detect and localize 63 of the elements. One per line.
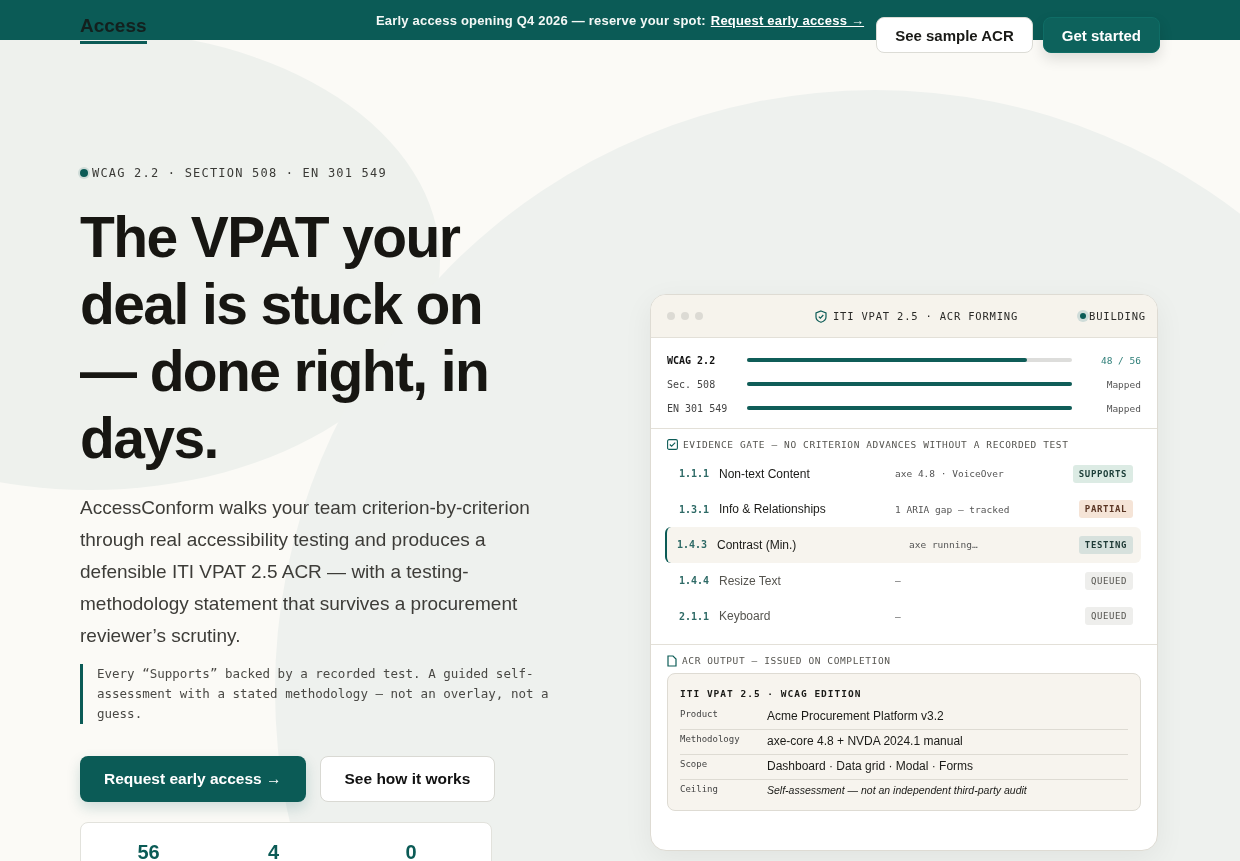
- progress-reading: 48 / 56: [1099, 354, 1141, 366]
- criterion-id: 1.4.3: [677, 539, 709, 551]
- status-dot-icon: [80, 169, 88, 177]
- hero-quote: Every “Supports” backed by a recorded test. A guided self-assessment with a stated methodology — not an overlay, not a guess.: [80, 664, 577, 724]
- status-label: BUILDING: [1089, 310, 1146, 322]
- section-title: ACR OUTPUT — ISSUED ON COMPLETION: [682, 655, 891, 667]
- status-badge: PARTIAL: [1078, 500, 1133, 519]
- header-button[interactable]: Get started: [1042, 17, 1160, 53]
- hero-title: The VPAT your deal is stuck on — done right, in days.: [80, 204, 490, 472]
- cta-button[interactable]: See how it works: [319, 756, 496, 802]
- stat-number: 56: [137, 841, 160, 861]
- criterion-row[interactable]: 1.1.1 Non-text Content axe 4.8 · VoiceOver SUPPORTS: [667, 456, 1141, 492]
- evidence-text: 1 ARIA gap — tracked: [895, 503, 1011, 515]
- eyebrow-text: WCAG 2.2 · SECTION 508 · EN 301 549: [92, 166, 387, 180]
- header-button[interactable]: See sample ACR: [876, 17, 1033, 53]
- status-dot-icon: [1080, 313, 1086, 319]
- criterion-row[interactable]: 1.4.4 Resize Text — QUEUED: [667, 562, 1141, 599]
- section-title: EVIDENCE GATE — NO CRITERION ADVANCES WITHOUT A RECORDED TEST: [683, 439, 1069, 450]
- criterion-name: Info & Relationships: [719, 502, 827, 517]
- field-value: Acme Procurement Platform v3.2: [767, 708, 944, 723]
- status-badge: QUEUED: [1084, 571, 1133, 590]
- field-label: Product: [680, 708, 719, 719]
- cta-button[interactable]: Request early access →: [80, 756, 306, 802]
- shield-check-icon: [814, 309, 827, 323]
- criterion-row[interactable]: 1.4.3 Contrast (Min.) axe running… TESTING: [665, 527, 1141, 563]
- field-label: Scope: [680, 758, 709, 769]
- evidence-text: axe running…: [908, 539, 979, 551]
- criterion-name: Resize Text: [719, 573, 782, 588]
- field-value: Self-assessment — not an independent third-party audit: [767, 783, 1027, 796]
- criterion-id: 2.1.1: [679, 610, 711, 622]
- checkbox-icon: [667, 439, 678, 450]
- criterion-id: 1.1.1: [679, 468, 711, 480]
- status-badge: TESTING: [1078, 536, 1133, 554]
- window-dots-icon: [667, 312, 703, 320]
- stat-number: 0: [405, 841, 417, 861]
- document-icon: [667, 654, 677, 667]
- evidence-text: —: [895, 575, 902, 587]
- criterion-id: 1.4.4: [679, 575, 711, 587]
- standard-name: WCAG 2.2: [667, 354, 717, 366]
- field-label: Methodology: [680, 733, 741, 744]
- stat-number: 4: [267, 841, 280, 861]
- criterion-row[interactable]: 2.1.1 Keyboard — QUEUED: [667, 598, 1141, 634]
- criterion-name: Contrast (Min.): [717, 538, 798, 552]
- field-label: Ceiling: [680, 783, 719, 794]
- criterion-name: Non-text Content: [719, 466, 811, 481]
- banner-text: Early access opening Q4 2026 — reserve your spot:: [375, 12, 706, 28]
- banner-link[interactable]: Request early access →: [710, 12, 865, 28]
- status-badge: SUPPORTS: [1072, 464, 1133, 483]
- criterion-id: 1.3.1: [679, 503, 711, 515]
- standard-name: EN 301 549: [667, 402, 729, 414]
- progress-reading: Mapped: [1105, 402, 1141, 414]
- progress-reading: Mapped: [1105, 378, 1141, 390]
- document-title: ITI VPAT 2.5 · WCAG EDITION: [680, 687, 863, 699]
- standard-name: Sec. 508: [667, 378, 717, 390]
- hero-description: AccessConform walks your team criterion-by-criterion through real accessibility testing and produces a defensible ITI VPAT 2.5 ACR — with a testing-methodology statement that survives a procurement reviewer’s scrutiny.: [80, 496, 531, 648]
- evidence-text: axe 4.8 · VoiceOver: [895, 468, 1005, 480]
- evidence-text: —: [895, 610, 902, 622]
- criterion-row[interactable]: 1.3.1 Info & Relationships 1 ARIA gap — tracked PARTIAL: [667, 491, 1141, 528]
- field-value: Dashboard · Data grid · Modal · Forms: [767, 758, 974, 773]
- card-title: ITI VPAT 2.5 · ACR FORMING: [832, 310, 1019, 322]
- field-value: axe-core 4.8 + NVDA 2024.1 manual: [767, 733, 963, 748]
- status-badge: QUEUED: [1084, 607, 1133, 626]
- criterion-name: Keyboard: [719, 609, 772, 624]
